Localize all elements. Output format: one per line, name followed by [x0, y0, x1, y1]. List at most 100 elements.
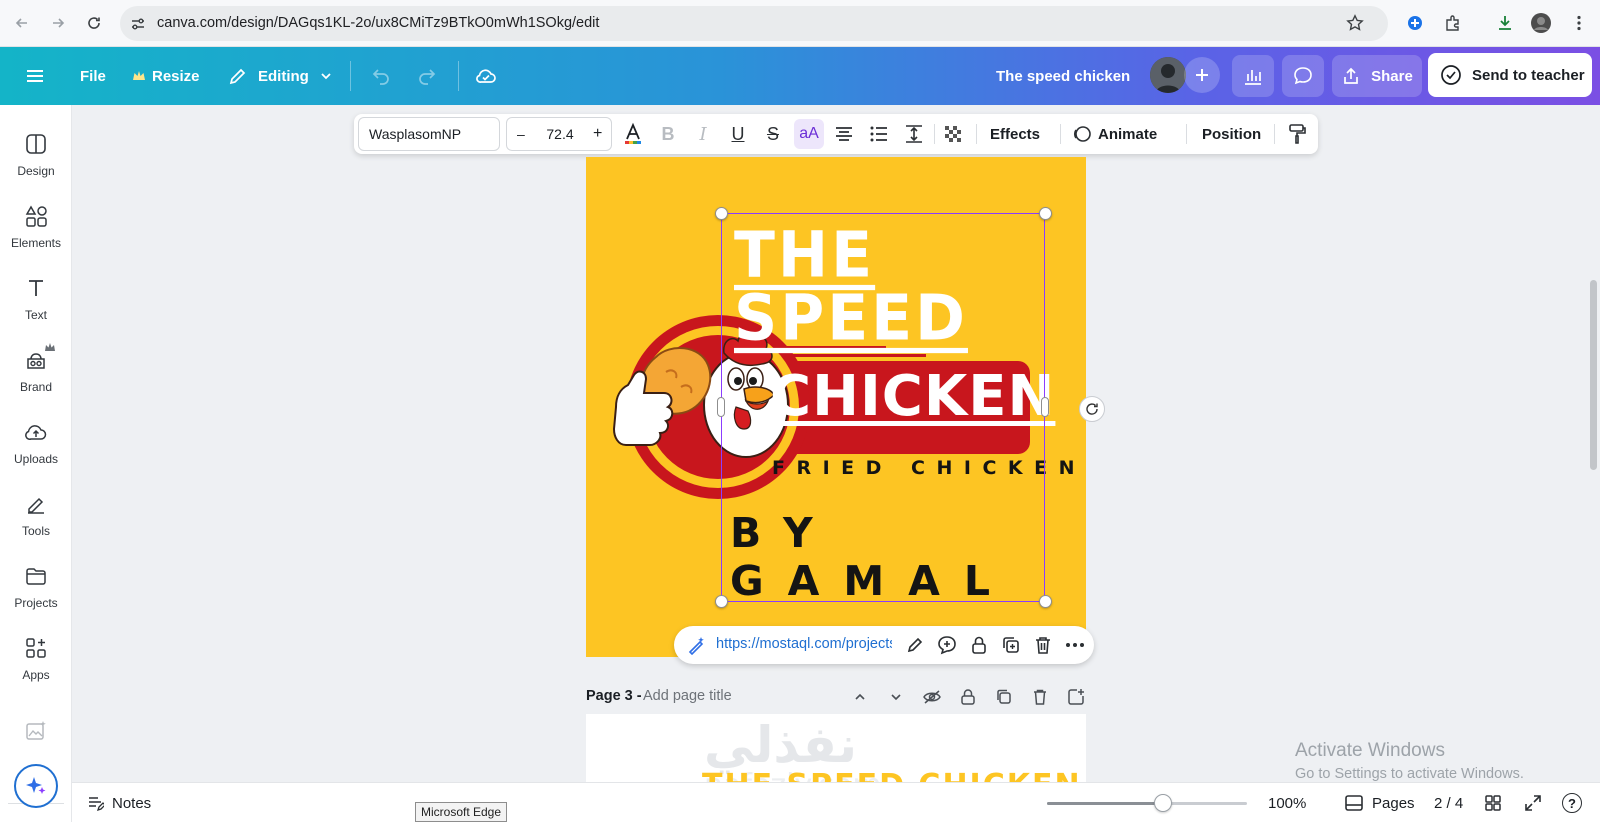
redo-icon[interactable]: [416, 47, 438, 105]
sidebar-item-apps[interactable]: Apps: [0, 629, 72, 693]
bottom-bar: Notes 100% Pages 2 / 4 ?: [72, 782, 1600, 822]
url-text[interactable]: canva.com/design/DAGqs1KL-2o/ux8CMiTz9BT…: [157, 15, 599, 31]
italic-icon[interactable]: I: [688, 119, 718, 149]
chevron-down-icon[interactable]: [884, 684, 908, 710]
main-menu-icon[interactable]: [24, 47, 46, 105]
edit-link-icon[interactable]: [902, 632, 928, 658]
animate-button[interactable]: Animate: [1072, 114, 1157, 154]
zoom-slider-track[interactable]: [1047, 794, 1247, 812]
zoom-value[interactable]: 100%: [1268, 783, 1306, 822]
extension-icon[interactable]: [1404, 12, 1426, 34]
more-options-icon[interactable]: [1062, 632, 1088, 658]
cloud-saved-icon[interactable]: [474, 47, 498, 105]
browser-menu-icon[interactable]: [1568, 12, 1590, 34]
help-button[interactable]: ?: [1562, 783, 1582, 822]
resize-handle-top-left[interactable]: [715, 207, 728, 220]
resize-handle-top-right[interactable]: [1039, 207, 1052, 220]
magic-edit-icon[interactable]: [684, 632, 710, 658]
font-family-select[interactable]: WasplasomNP: [358, 117, 500, 151]
copy-style-icon[interactable]: [1282, 119, 1312, 149]
add-collaborator-button[interactable]: [1184, 57, 1220, 93]
pages-label: Pages: [1372, 794, 1415, 812]
send-to-teacher-button[interactable]: Send to teacher: [1428, 53, 1592, 97]
activate-subtitle: Go to Settings to activate Windows.: [1295, 766, 1524, 782]
grid-view-icon[interactable]: [1484, 783, 1502, 822]
reload-icon[interactable]: [82, 11, 106, 35]
fullscreen-icon[interactable]: [1524, 783, 1542, 822]
add-page-icon[interactable]: [1064, 684, 1088, 710]
share-button[interactable]: Share: [1332, 55, 1422, 97]
lock-icon[interactable]: [966, 632, 992, 658]
sidebar-item-brand[interactable]: Brand: [0, 341, 72, 405]
undo-icon[interactable]: [370, 47, 392, 105]
comments-button[interactable]: [1282, 55, 1324, 97]
strikethrough-icon[interactable]: S: [758, 119, 788, 149]
pages-button[interactable]: Pages: [1344, 783, 1415, 822]
taskbar-tooltip: Microsoft Edge: [415, 802, 508, 822]
profile-avatar[interactable]: [1530, 12, 1552, 34]
delete-page-icon[interactable]: [1028, 684, 1052, 710]
sidebar-item-elements[interactable]: Elements: [0, 197, 72, 261]
rotate-icon[interactable]: [1079, 396, 1105, 422]
resize-handle-left[interactable]: [717, 397, 725, 417]
spacing-icon[interactable]: [899, 119, 929, 149]
delete-icon[interactable]: [1030, 632, 1056, 658]
address-bar[interactable]: canva.com/design/DAGqs1KL-2o/ux8CMiTz9BT…: [120, 6, 1388, 41]
zoom-slider-thumb[interactable]: [1154, 794, 1172, 812]
insights-button[interactable]: [1232, 55, 1274, 97]
download-icon[interactable]: [1494, 12, 1516, 34]
position-button[interactable]: Position: [1202, 114, 1261, 154]
text-color-icon[interactable]: [618, 119, 648, 149]
browser-toolbar: canva.com/design/DAGqs1KL-2o/ux8CMiTz9BT…: [0, 0, 1600, 47]
link-text[interactable]: https://mostaql.com/projects: [716, 636, 892, 652]
page-counter[interactable]: 2 / 4: [1434, 783, 1463, 822]
sidebar-item-tools[interactable]: Tools: [0, 485, 72, 549]
effects-button[interactable]: Effects: [990, 114, 1040, 154]
chevron-up-icon[interactable]: [848, 684, 872, 710]
resize-button[interactable]: Resize: [132, 47, 200, 105]
star-icon[interactable]: [1344, 12, 1366, 34]
page3-title-preview: THE SPEED CHICKEN: [702, 768, 1082, 782]
page3-header: Page 3 - Add page title: [586, 684, 1086, 710]
page3-canvas[interactable]: نفذلي nafezly.com THE SPEED CHICKEN: [586, 714, 1086, 782]
duplicate-icon[interactable]: [998, 632, 1024, 658]
collaborator-avatar[interactable]: [1150, 57, 1186, 93]
sidebar-item-label: Uploads: [13, 452, 59, 466]
sidebar-item-uploads[interactable]: Uploads: [0, 413, 72, 477]
sidebar-item-text[interactable]: Text: [0, 269, 72, 333]
duplicate-page-icon[interactable]: [992, 684, 1016, 710]
design-icon: [26, 134, 46, 154]
font-size-input[interactable]: 72.4: [543, 126, 577, 142]
extensions-puzzle-icon[interactable]: [1442, 12, 1464, 34]
forward-icon[interactable]: [46, 11, 70, 35]
bold-icon[interactable]: B: [653, 119, 683, 149]
resize-handle-right[interactable]: [1041, 397, 1049, 417]
notes-button[interactable]: Notes: [86, 783, 151, 822]
sidebar-item-label: Projects: [14, 596, 58, 610]
back-icon[interactable]: [10, 11, 34, 35]
increase-size-button[interactable]: +: [593, 125, 602, 143]
font-size-stepper: – 72.4 +: [506, 117, 612, 151]
site-info-icon[interactable]: [128, 14, 148, 34]
uploads-icon: [25, 425, 47, 440]
canva-ai-button[interactable]: [14, 764, 58, 808]
add-comment-icon[interactable]: [934, 632, 960, 658]
transparency-icon[interactable]: [938, 119, 968, 149]
underline-icon[interactable]: U: [723, 119, 753, 149]
sidebar-item-projects[interactable]: Projects: [0, 557, 72, 621]
canvas-scrollbar[interactable]: [1590, 280, 1597, 470]
lock-page-icon[interactable]: [956, 684, 980, 710]
resize-handle-bottom-right[interactable]: [1039, 595, 1052, 608]
align-center-icon[interactable]: [829, 119, 859, 149]
resize-handle-bottom-left[interactable]: [715, 595, 728, 608]
hide-page-icon[interactable]: [920, 684, 944, 710]
editing-mode-button[interactable]: Editing: [228, 47, 333, 105]
decrease-size-button[interactable]: –: [517, 126, 525, 142]
sidebar-item-design[interactable]: Design: [0, 125, 72, 189]
magic-media-icon[interactable]: [24, 719, 48, 743]
file-menu-button[interactable]: File: [80, 47, 106, 105]
design-title[interactable]: The speed chicken: [996, 47, 1130, 105]
list-icon[interactable]: [864, 119, 894, 149]
letter-case-icon[interactable]: aA: [794, 119, 824, 149]
page-title-input[interactable]: Add page title: [643, 688, 732, 704]
